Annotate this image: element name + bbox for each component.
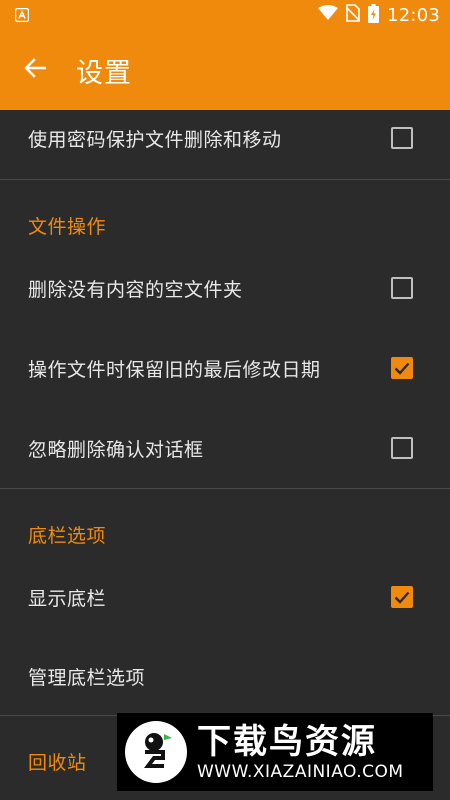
section-header-recycle-bin: 回收站 <box>28 752 87 774</box>
no-sim-icon <box>345 4 361 26</box>
arrow-left-icon <box>24 58 47 82</box>
skip-delete-confirm-checkbox[interactable] <box>391 437 413 459</box>
section-header-bottom-bar: 底栏选项 <box>28 525 107 547</box>
section-header-file-ops: 文件操作 <box>28 216 107 238</box>
show-bottom-bar-checkbox[interactable] <box>391 586 413 608</box>
setting-label: 使用密码保护文件删除和移动 <box>28 128 282 151</box>
back-button[interactable] <box>0 30 70 110</box>
bird-logo-icon <box>125 721 187 783</box>
watermark-url: WWW.XIAZAINIAO.COM <box>197 762 404 782</box>
delete-empty-folders-checkbox[interactable] <box>391 277 413 299</box>
divider <box>0 179 450 180</box>
keep-last-modified-checkbox[interactable] <box>391 357 413 379</box>
setting-show-bottom-bar[interactable]: 显示底栏 <box>0 557 450 637</box>
setting-keep-last-modified[interactable]: 操作文件时保留旧的最后修改日期 <box>0 328 450 408</box>
setting-label: 管理底栏选项 <box>28 666 146 689</box>
settings-list: 使用密码保护文件删除和移动 文件操作 删除没有内容的空文件夹 操作文件时保留旧的… <box>0 110 450 800</box>
setting-skip-delete-confirm[interactable]: 忽略删除确认对话框 <box>0 408 450 488</box>
app-notification-icon <box>14 7 30 23</box>
wifi-icon <box>318 5 339 25</box>
setting-label: 操作文件时保留旧的最后修改日期 <box>28 358 321 381</box>
divider <box>0 488 450 489</box>
status-time: 12:03 <box>387 4 440 26</box>
setting-delete-empty-folders[interactable]: 删除没有内容的空文件夹 <box>0 248 450 328</box>
status-bar: 12:03 <box>0 0 450 30</box>
setting-protect-move-delete[interactable]: 使用密码保护文件删除和移动 <box>0 110 450 178</box>
protect-move-delete-checkbox[interactable] <box>391 127 413 149</box>
setting-label: 忽略删除确认对话框 <box>28 438 204 461</box>
watermark-banner: 下载鸟资源 WWW.XIAZAINIAO.COM <box>117 713 433 791</box>
watermark-name: 下载鸟资源 <box>197 722 377 762</box>
check-icon <box>394 591 410 604</box>
setting-label: 删除没有内容的空文件夹 <box>28 278 243 301</box>
setting-manage-bottom-bar[interactable]: 管理底栏选项 <box>0 636 450 716</box>
check-icon <box>394 362 410 375</box>
page-title: 设置 <box>76 57 132 89</box>
app-bar: 设置 <box>0 30 450 110</box>
setting-label: 显示底栏 <box>28 587 107 610</box>
battery-charging-icon <box>368 3 380 27</box>
